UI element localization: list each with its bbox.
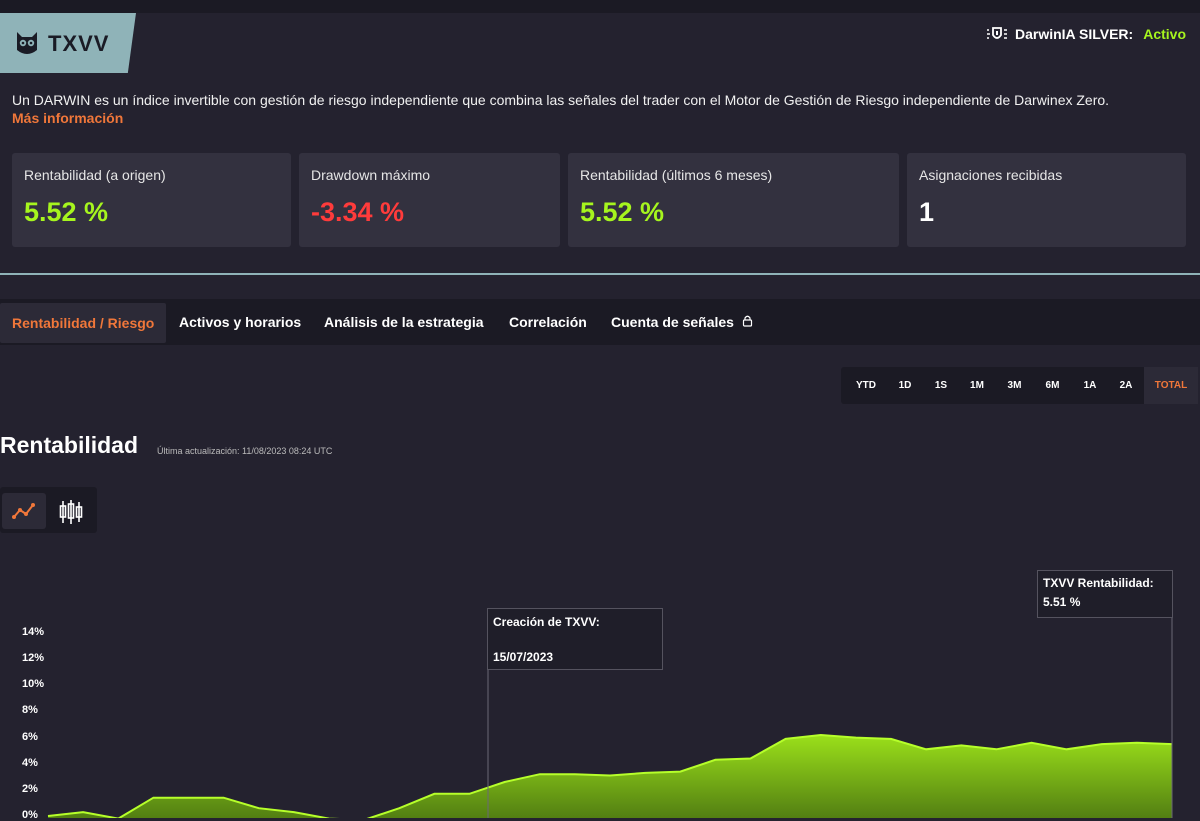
- stat-card-return-origin: Rentabilidad (a origen) 5.52 %: [12, 153, 291, 247]
- tab-assets-hours[interactable]: Activos y horarios: [167, 299, 313, 339]
- current-return-title: TXVV Rentabilidad:: [1043, 576, 1154, 590]
- owl-logo-icon: [14, 30, 40, 58]
- stat-value: 1: [919, 197, 934, 228]
- shield-icon: [985, 26, 1009, 42]
- period-1a[interactable]: 1A: [1074, 367, 1106, 404]
- period-ytd[interactable]: YTD: [847, 367, 885, 404]
- section-title: Rentabilidad: [0, 432, 138, 459]
- stat-label: Rentabilidad (a origen): [24, 167, 166, 183]
- darwinia-status-value: Activo: [1143, 26, 1186, 42]
- period-1d[interactable]: 1D: [889, 367, 921, 404]
- tab-correlation[interactable]: Correlación: [497, 299, 599, 339]
- stat-card-max-drawdown: Drawdown máximo -3.34 %: [299, 153, 560, 247]
- return-chart: 14%12%10%8%6%4%2%0% Creación de TXVV: 15…: [0, 560, 1200, 818]
- creation-annotation-date: 15/07/2023: [493, 650, 553, 664]
- tab-signal-account[interactable]: Cuenta de señales: [599, 299, 765, 339]
- lock-icon: [742, 314, 753, 327]
- more-info-link[interactable]: Más información: [12, 110, 123, 126]
- tab-signal-account-label: Cuenta de señales: [611, 314, 734, 330]
- tab-bar: Rentabilidad / Riesgo Activos y horarios…: [0, 299, 1200, 345]
- line-chart-button[interactable]: [2, 493, 46, 529]
- tab-return-risk[interactable]: Rentabilidad / Riesgo: [0, 303, 166, 343]
- candlestick-button[interactable]: [50, 493, 94, 529]
- creation-annotation: Creación de TXVV: 15/07/2023: [487, 608, 663, 670]
- section-divider: [0, 273, 1200, 275]
- stat-value: -3.34 %: [311, 197, 404, 228]
- last-updated: Última actualización: 11/08/2023 08:24 U…: [157, 446, 332, 456]
- period-1m[interactable]: 1M: [960, 367, 994, 404]
- period-1s[interactable]: 1S: [925, 367, 957, 404]
- period-6m[interactable]: 6M: [1036, 367, 1069, 404]
- period-2a[interactable]: 2A: [1110, 367, 1142, 404]
- darwinia-label: DarwinIA SILVER:: [1015, 26, 1133, 42]
- stat-value: 5.52 %: [580, 197, 664, 228]
- darwinia-status: DarwinIA SILVER: Activo: [985, 26, 1186, 42]
- period-selector: YTD 1D 1S 1M 3M 6M 1A 2A TOTAL: [841, 367, 1198, 404]
- candlestick-icon: [58, 499, 84, 525]
- stat-value: 5.52 %: [24, 197, 108, 228]
- period-3m[interactable]: 3M: [998, 367, 1031, 404]
- stat-label: Rentabilidad (últimos 6 meses): [580, 167, 772, 183]
- chart-type-toggle: [0, 487, 97, 533]
- top-strip: [0, 0, 1200, 13]
- stat-label: Drawdown máximo: [311, 167, 430, 183]
- stat-label: Asignaciones recibidas: [919, 167, 1062, 183]
- return-chart-plot: [0, 560, 1200, 818]
- stat-card-return-6m: Rentabilidad (últimos 6 meses) 5.52 %: [568, 153, 899, 247]
- current-return-value: 5.51 %: [1043, 595, 1080, 609]
- current-return-annotation: TXVV Rentabilidad: 5.51 %: [1037, 570, 1173, 618]
- creation-annotation-title: Creación de TXVV:: [493, 615, 600, 629]
- line-chart-icon: [12, 501, 36, 521]
- period-total[interactable]: TOTAL: [1144, 367, 1198, 404]
- stat-card-allocations: Asignaciones recibidas 1: [907, 153, 1186, 247]
- darwin-description: Un DARWIN es un índice invertible con ge…: [12, 90, 1182, 110]
- darwin-header-tab: TXVV: [0, 13, 136, 73]
- tab-strategy-analysis[interactable]: Análisis de la estrategia: [312, 299, 496, 339]
- darwin-ticker: TXVV: [48, 31, 109, 57]
